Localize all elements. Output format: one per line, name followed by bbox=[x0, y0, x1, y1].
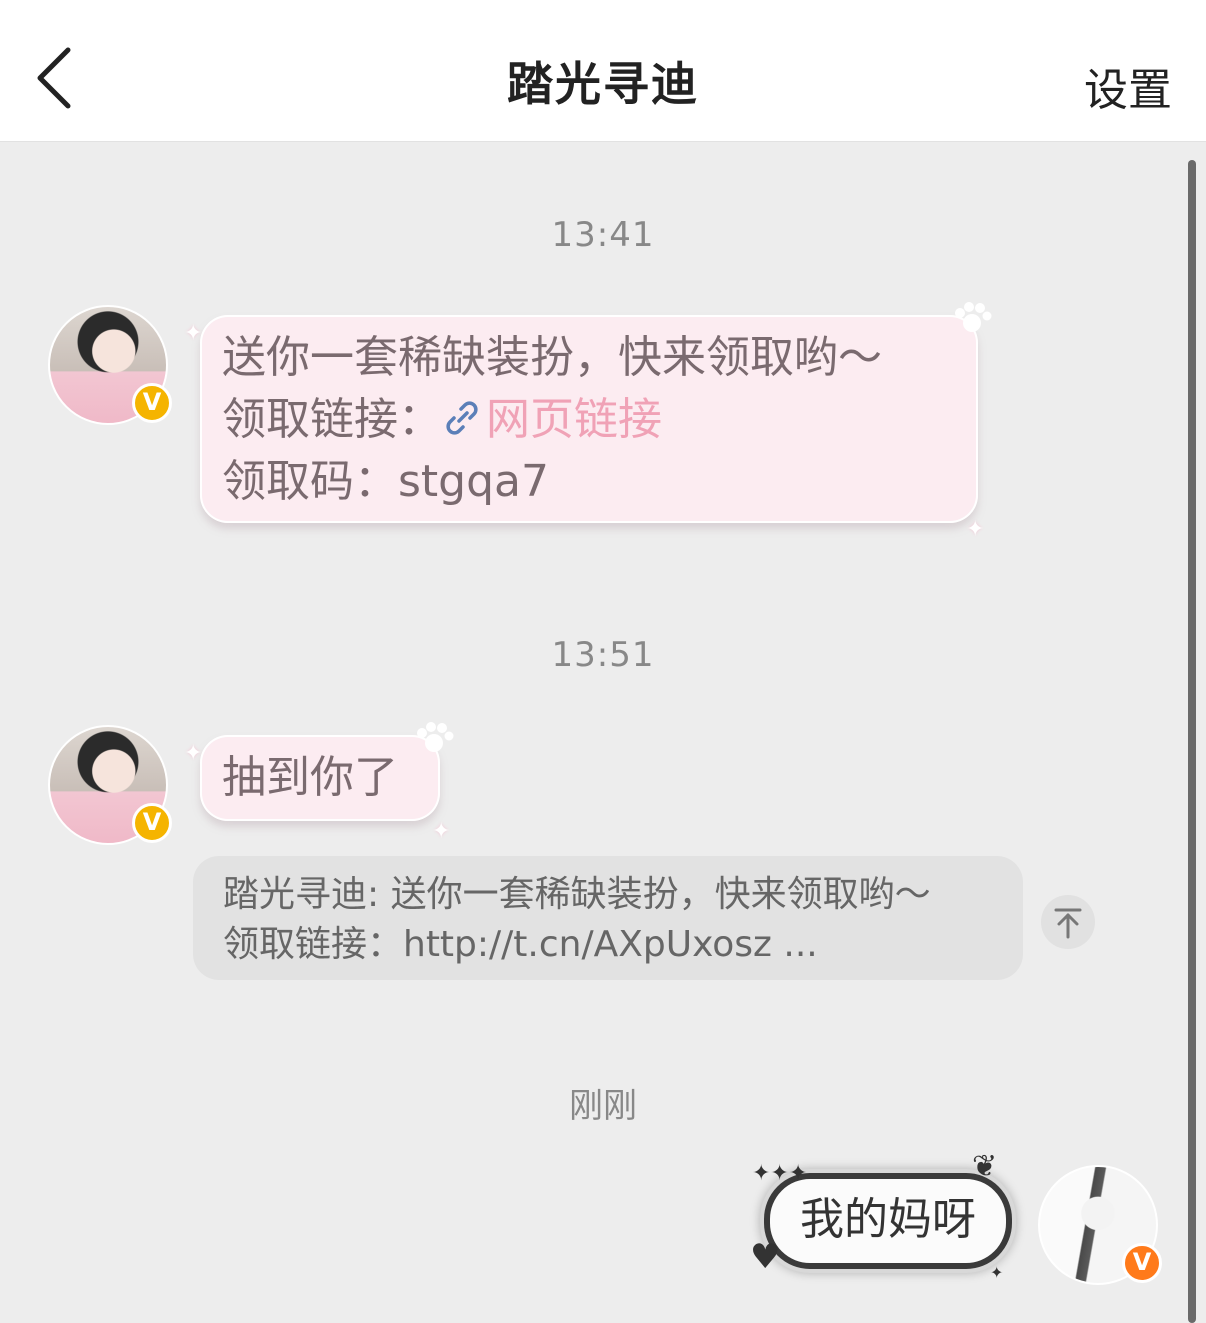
arrow-up-icon bbox=[1054, 908, 1082, 939]
butterfly-icon: ❦ bbox=[972, 1149, 998, 1184]
quoted-message[interactable]: 踏光寻迪: 送你一套稀缺装扮，快来领取哟～ 领取链接：http://t.cn/A… bbox=[193, 856, 1023, 980]
timestamp: 刚刚 bbox=[569, 1086, 637, 1126]
link-icon bbox=[446, 401, 478, 435]
message-bubble[interactable]: 抽到你了 ✦ ✦ bbox=[184, 722, 454, 844]
scrollbar[interactable] bbox=[1188, 160, 1196, 1323]
link-line: 领取链接： 网页链接 bbox=[222, 389, 956, 451]
timestamp: 13:51 bbox=[551, 635, 655, 675]
settings-button[interactable]: 设置 bbox=[1084, 54, 1172, 118]
sparkle-icon: ✦ bbox=[990, 1263, 1004, 1282]
top-nav-bar: 踏光寻迪 设置 bbox=[0, 0, 1206, 142]
heart-icon: ♥ bbox=[750, 1237, 781, 1277]
sparkle-icon: ✦ bbox=[966, 517, 985, 542]
avatar[interactable]: V bbox=[48, 305, 172, 425]
web-link[interactable]: 网页链接 bbox=[442, 394, 662, 445]
sparkle-icon: ✦ bbox=[432, 819, 451, 844]
verified-badge: V bbox=[1122, 1243, 1162, 1283]
avatar[interactable]: V bbox=[48, 725, 172, 845]
timestamp: 13:41 bbox=[551, 215, 655, 255]
web-link-label: 网页链接 bbox=[486, 394, 662, 445]
verified-badge: V bbox=[132, 803, 172, 843]
message-bubble[interactable]: 送你一套稀缺装扮，快来领取哟～ 领取链接： 网页链接 领取码：stgqa7 ✦ ✦ bbox=[184, 302, 992, 542]
sparkle-icon: ✦ bbox=[184, 321, 203, 346]
message-text: 我的妈呀 bbox=[800, 1194, 976, 1245]
paw-icon bbox=[417, 722, 454, 752]
message-text: 送你一套稀缺装扮，快来领取哟～ bbox=[222, 332, 882, 383]
sparkle-icon: ✦ bbox=[184, 741, 203, 766]
my-message-bubble[interactable]: 我的妈呀 bbox=[764, 1173, 1012, 1269]
link-prefix: 领取链接： bbox=[222, 394, 442, 445]
message-text: 抽到你了 bbox=[222, 752, 398, 803]
my-avatar[interactable]: V bbox=[1038, 1165, 1162, 1285]
jump-to-quote-button[interactable] bbox=[1041, 895, 1095, 949]
sparkle-icon: ✦✦✦ bbox=[752, 1161, 808, 1186]
quoted-text-line: 踏光寻迪: 送你一套稀缺装扮，快来领取哟～ bbox=[223, 874, 931, 915]
verified-badge: V bbox=[132, 383, 172, 423]
chat-area[interactable]: 13:41 V 送你一套稀缺装扮，快来领取哟～ 领取链接： 网页链接 领取码：st… bbox=[0, 143, 1206, 1323]
page-title: 踏光寻迪 bbox=[507, 57, 699, 111]
redeem-code-line: 领取码：stgqa7 bbox=[222, 456, 549, 507]
paw-icon bbox=[955, 302, 992, 332]
quoted-text-line: 领取链接：http://t.cn/AXpUxosz ... bbox=[223, 924, 818, 965]
